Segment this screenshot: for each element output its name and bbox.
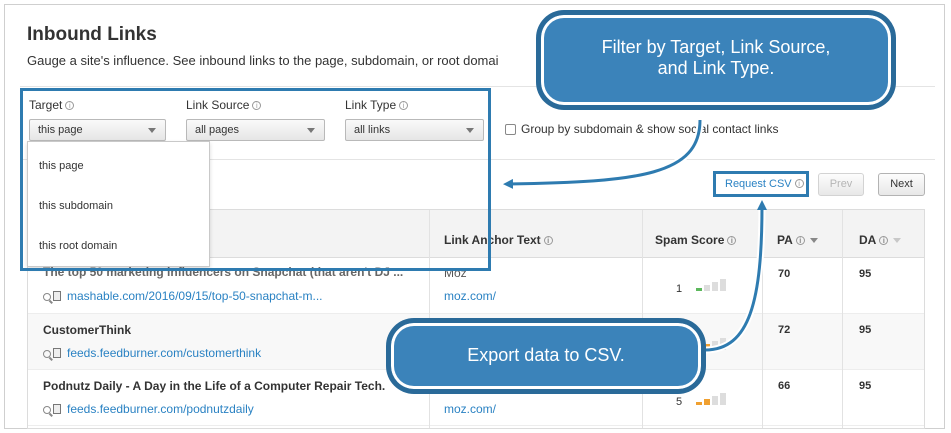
filter-callout: Filter by Target, Link Source, and Link …	[538, 12, 894, 108]
export-callout: Export data to CSV.	[388, 320, 704, 392]
